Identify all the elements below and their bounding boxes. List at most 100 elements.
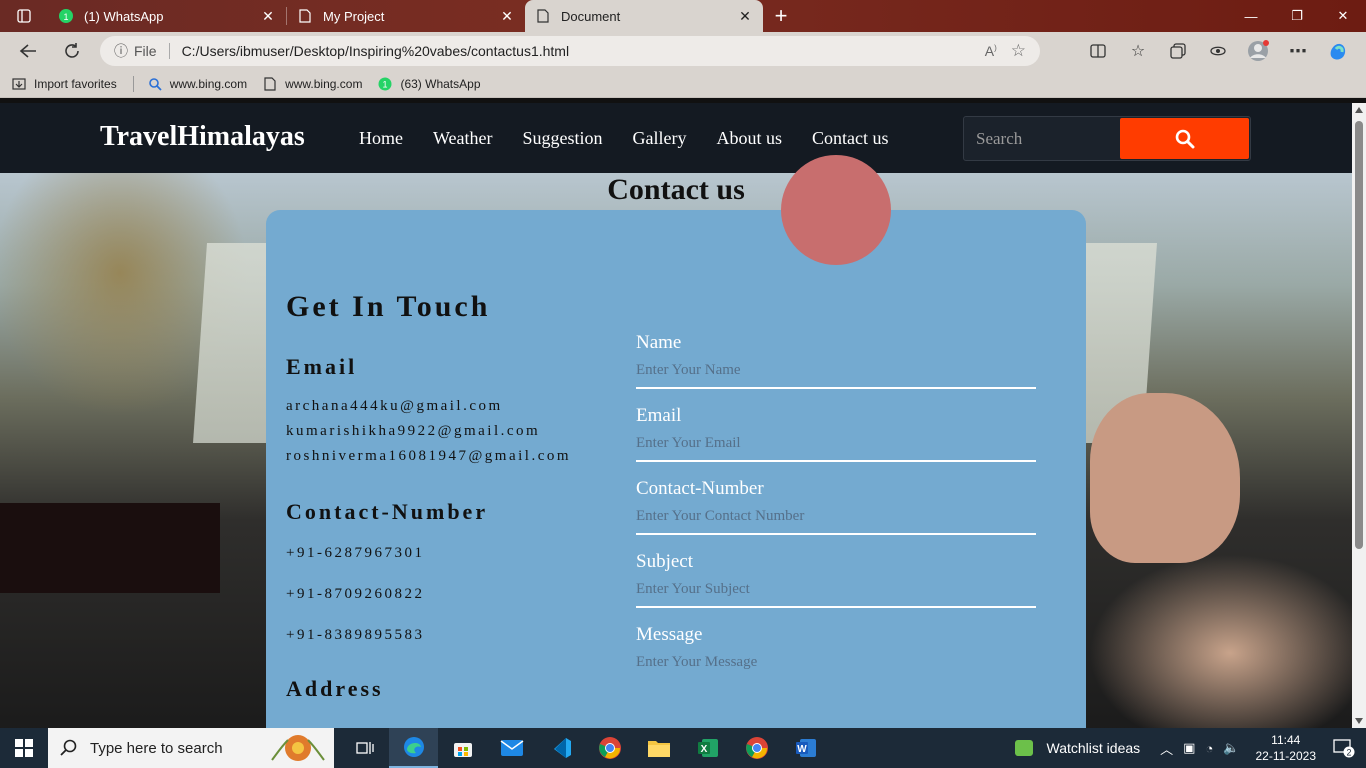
email-item: kumarishikha9922@gmail.com bbox=[286, 423, 541, 439]
clock[interactable]: 11:44 22-11-2023 bbox=[1256, 732, 1317, 764]
tab-document[interactable]: Document ✕ bbox=[525, 0, 763, 32]
scrollbar-thumb[interactable] bbox=[1355, 121, 1363, 549]
field-label: Name bbox=[636, 332, 682, 353]
restore-icon[interactable]: ❐ bbox=[1274, 0, 1320, 32]
system-tray: Watchlist ideas ︿ ▣ ◔ 🔈 11:44 22-11-2023… bbox=[1014, 728, 1366, 768]
site-logo[interactable]: TravelHimalayas bbox=[100, 121, 305, 153]
close-icon[interactable]: ✕ bbox=[737, 8, 753, 25]
widget-watchlist[interactable]: Watchlist ideas bbox=[1014, 740, 1141, 756]
email-list: archana444ku@gmail.com kumarishikha9922@… bbox=[286, 394, 616, 469]
email-item: archana444ku@gmail.com bbox=[286, 398, 503, 414]
close-window-icon[interactable]: ✕ bbox=[1320, 0, 1366, 32]
task-view-icon[interactable] bbox=[340, 728, 389, 768]
svg-text:2: 2 bbox=[1346, 748, 1351, 758]
back-button[interactable] bbox=[8, 35, 48, 67]
notifications-button[interactable]: 2 bbox=[1330, 728, 1358, 768]
read-aloud-icon[interactable]: A) bbox=[985, 43, 997, 59]
volume-icon[interactable]: 🔈 bbox=[1223, 740, 1239, 756]
favorite-import[interactable]: Import favorites bbox=[12, 77, 117, 91]
window-controls: — ❐ ✕ bbox=[1228, 0, 1366, 32]
nav-link-contact[interactable]: Contact us bbox=[812, 128, 889, 149]
bing-search-icon bbox=[148, 77, 162, 91]
collections-icon[interactable] bbox=[1158, 35, 1198, 67]
page-icon bbox=[535, 8, 551, 24]
vscode-app-icon[interactable] bbox=[536, 728, 585, 768]
email-heading: Email bbox=[286, 354, 358, 379]
favorites-icon[interactable]: ☆ bbox=[1118, 35, 1158, 67]
favorite-bing-2[interactable]: www.bing.com bbox=[263, 77, 362, 91]
favorite-whatsapp[interactable]: 1 (63) WhatsApp bbox=[378, 76, 481, 91]
split-screen-icon[interactable] bbox=[1078, 35, 1118, 67]
nav-link-home[interactable]: Home bbox=[359, 128, 403, 149]
scroll-up-icon[interactable] bbox=[1355, 107, 1363, 113]
nav-link-gallery[interactable]: Gallery bbox=[633, 128, 687, 149]
site-search-input[interactable] bbox=[964, 117, 1119, 160]
minimize-icon[interactable]: — bbox=[1228, 0, 1274, 32]
address-bar[interactable]: ⓘ File C:/Users/ibmuser/Desktop/Inspirin… bbox=[100, 36, 1040, 66]
phone-item: +91-6287967301 bbox=[286, 545, 425, 561]
close-icon[interactable]: ✕ bbox=[499, 8, 515, 25]
chrome-app-icon[interactable] bbox=[585, 728, 634, 768]
profile-avatar[interactable] bbox=[1238, 35, 1278, 67]
contact-card: Get In Touch Email archana444ku@gmail.co… bbox=[266, 210, 1086, 728]
notification-icon: 2 bbox=[1333, 739, 1355, 758]
svg-text:X: X bbox=[700, 744, 707, 755]
favorites-bar: Import favorites www.bing.com www.bing.c… bbox=[0, 70, 1366, 98]
search-icon bbox=[1175, 129, 1194, 148]
windows-taskbar: Type here to search X W Watchlist ideas … bbox=[0, 728, 1366, 768]
performance-icon[interactable] bbox=[1198, 35, 1238, 67]
svg-text:W: W bbox=[797, 744, 807, 755]
copilot-icon[interactable] bbox=[1318, 35, 1358, 67]
field-label: Email bbox=[636, 405, 682, 426]
nav-link-about[interactable]: About us bbox=[717, 128, 783, 149]
url-text[interactable]: C:/Users/ibmuser/Desktop/Inspiring%20vab… bbox=[182, 43, 971, 59]
page-scrollbar[interactable] bbox=[1352, 103, 1366, 728]
refresh-button[interactable] bbox=[52, 35, 92, 67]
page-viewport: TravelHimalayas Home Weather Suggestion … bbox=[0, 103, 1352, 728]
chrome-app-icon-2[interactable] bbox=[732, 728, 781, 768]
field-label: Message bbox=[636, 624, 703, 645]
store-app-icon[interactable] bbox=[438, 728, 487, 768]
more-menu-icon[interactable]: ⋯ bbox=[1278, 35, 1318, 67]
excel-app-icon[interactable]: X bbox=[683, 728, 732, 768]
new-tab-button[interactable]: + bbox=[763, 0, 799, 32]
nav-links: Home Weather Suggestion Gallery About us… bbox=[359, 128, 919, 149]
favorite-star-icon[interactable]: ☆ bbox=[1011, 41, 1026, 61]
clock-date: 22-11-2023 bbox=[1255, 749, 1317, 763]
message-field: Message bbox=[636, 624, 1036, 697]
scroll-down-icon[interactable] bbox=[1355, 718, 1363, 724]
file-explorer-icon[interactable] bbox=[634, 728, 683, 768]
subject-input[interactable] bbox=[636, 581, 1036, 608]
info-icon[interactable]: ⓘ bbox=[114, 41, 128, 61]
contact-number-input[interactable] bbox=[636, 508, 1036, 535]
windows-logo-icon bbox=[15, 739, 33, 757]
message-input[interactable] bbox=[636, 654, 1036, 679]
start-button[interactable] bbox=[0, 728, 48, 768]
taskbar-search[interactable]: Type here to search bbox=[48, 728, 334, 768]
meet-now-icon[interactable]: ▣ bbox=[1183, 740, 1195, 756]
tab-whatsapp[interactable]: 1 (1) WhatsApp ✕ bbox=[48, 0, 286, 32]
favorite-label: (63) WhatsApp bbox=[400, 76, 481, 91]
contact-form: Name Email Contact-Number Subject Messag… bbox=[636, 332, 1036, 697]
mail-app-icon[interactable] bbox=[487, 728, 536, 768]
email-input[interactable] bbox=[636, 435, 1036, 462]
wifi-icon[interactable]: ◔ bbox=[1205, 741, 1213, 756]
chevron-up-icon[interactable]: ︿ bbox=[1160, 739, 1173, 758]
edge-app-icon[interactable] bbox=[389, 728, 438, 768]
taskbar-search-placeholder: Type here to search bbox=[90, 739, 223, 757]
favorite-bing-1[interactable]: www.bing.com bbox=[148, 77, 247, 91]
name-input[interactable] bbox=[636, 362, 1036, 389]
close-icon[interactable]: ✕ bbox=[260, 8, 276, 25]
word-app-icon[interactable]: W bbox=[781, 728, 830, 768]
field-label: Contact-Number bbox=[636, 478, 764, 499]
whatsapp-icon: 1 bbox=[58, 8, 74, 24]
nav-link-weather[interactable]: Weather bbox=[433, 128, 493, 149]
page-icon bbox=[297, 8, 313, 24]
tab-my-project[interactable]: My Project ✕ bbox=[287, 0, 525, 32]
tab-actions-icon[interactable] bbox=[0, 0, 48, 32]
site-search-button[interactable] bbox=[1120, 118, 1249, 159]
field-label: Subject bbox=[636, 551, 693, 572]
widget-label: Watchlist ideas bbox=[1046, 740, 1141, 756]
nav-link-suggestion[interactable]: Suggestion bbox=[523, 128, 603, 149]
decorative-circle bbox=[781, 155, 891, 265]
